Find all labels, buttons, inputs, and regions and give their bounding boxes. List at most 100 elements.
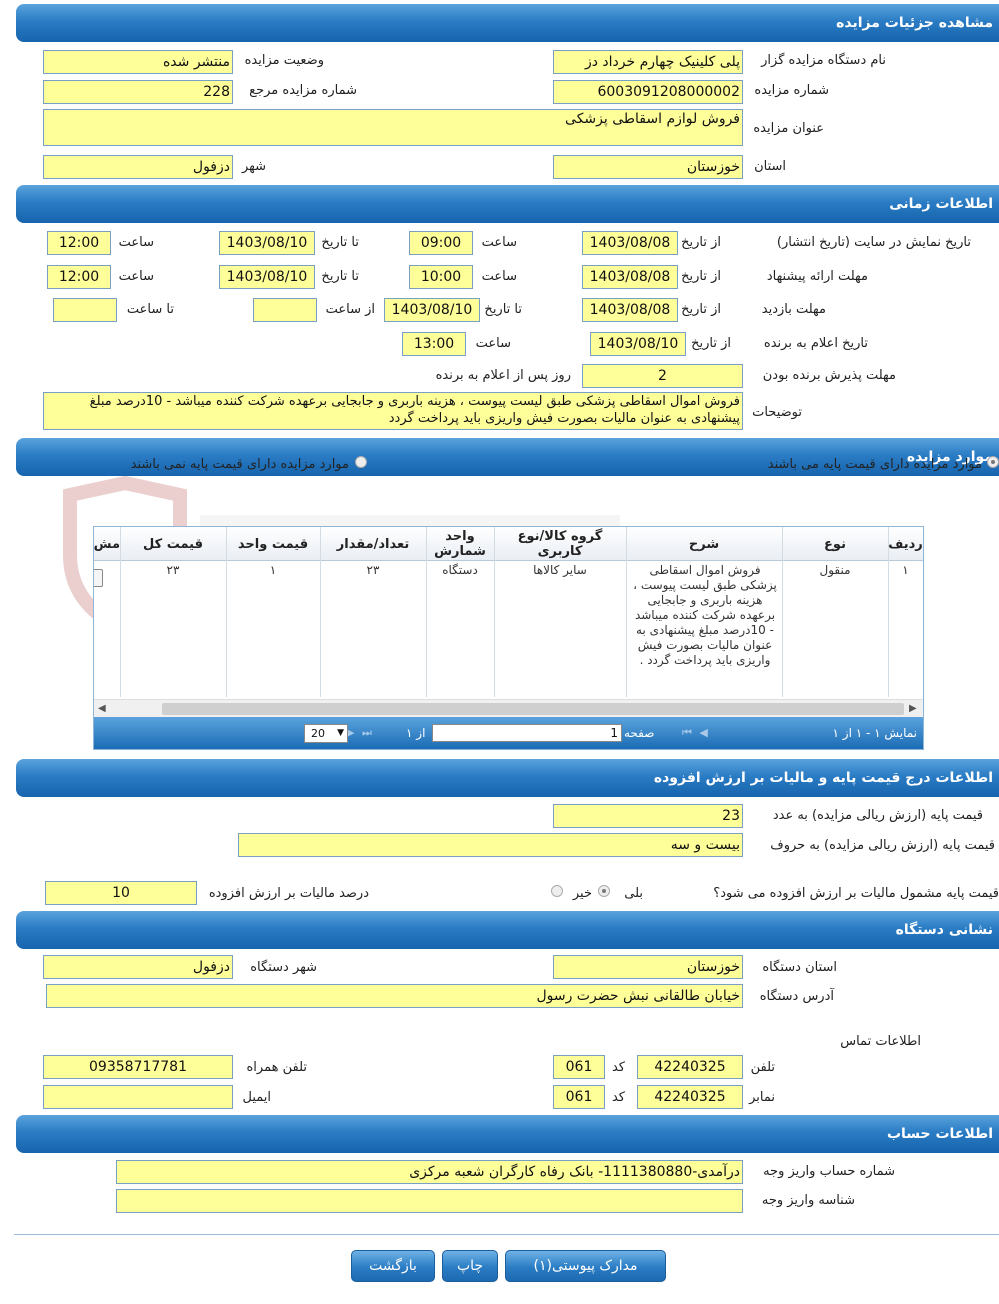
mobile-label: تلفن همراه bbox=[246, 1060, 308, 1075]
cell-quantity: ۲۳ bbox=[366, 563, 380, 577]
fax-code-label: کد bbox=[611, 1090, 625, 1105]
announce-from-field: 1403/08/10 bbox=[590, 332, 686, 356]
pager-size-select[interactable]: 20 ▼ bbox=[304, 724, 348, 743]
visit-to-time-field bbox=[53, 298, 117, 322]
display-from-label: از تاریخ bbox=[681, 235, 721, 250]
col-header-unit-price[interactable]: قیمت واحد bbox=[226, 527, 320, 561]
attachments-button[interactable]: مدارک پیوستی(۱) bbox=[505, 1250, 666, 1282]
mobile-field: 09358717781 bbox=[43, 1055, 233, 1079]
visit-from-field: 1403/08/08 bbox=[582, 298, 678, 322]
offer-to-time-field: 12:00 bbox=[47, 265, 111, 289]
scrollbar-thumb[interactable] bbox=[162, 703, 904, 715]
visit-to-time-label: تا ساعت bbox=[126, 302, 174, 317]
city-field: دزفول bbox=[43, 155, 233, 179]
col-header-row-index[interactable]: ردیف bbox=[888, 527, 923, 561]
back-button[interactable]: بازگشت bbox=[351, 1250, 435, 1282]
accept-days-suffix: روز پس از اعلام به برنده bbox=[435, 368, 571, 383]
province-field: خوزستان bbox=[553, 155, 743, 179]
vat-no-radio[interactable] bbox=[551, 885, 563, 897]
org-label: نام دستگاه مزایده گزار bbox=[761, 53, 886, 68]
section-header-price: اطلاعات درج قیمت پایه و مالیات بر ارزش ا… bbox=[16, 759, 999, 797]
phone-code-label: کد bbox=[611, 1060, 625, 1075]
offer-from-time-label: ساعت bbox=[481, 269, 517, 284]
visit-from-time-label: از ساعت bbox=[325, 302, 375, 317]
col-header-group[interactable]: گروه کالا/نوع کاربری bbox=[494, 527, 626, 561]
scroll-right-icon[interactable]: ▶ bbox=[909, 703, 917, 714]
org-province-label: استان دستگاه bbox=[762, 960, 837, 975]
fax-field: 42240325 bbox=[637, 1085, 743, 1109]
cell-unit: دستگاه bbox=[442, 563, 478, 577]
description-field: فروش اموال اسقاطی پزشکی طبق لیست پیوست ،… bbox=[43, 392, 743, 430]
grid-pager: نمایش ۱ - ۱ از ۱ ⏮ ◀ صفحه 1 از ۱ ▶ ⏭ 20 … bbox=[94, 717, 923, 749]
base-price-number-label: قیمت پایه (ارزش ریالی مزایده) به عدد bbox=[772, 808, 983, 823]
row-action-button[interactable] bbox=[94, 569, 103, 587]
pager-of-text: از ۱ bbox=[406, 726, 426, 740]
cell-total-price: ۲۳ bbox=[166, 563, 180, 577]
org-address-label: آدرس دستگاه bbox=[759, 989, 834, 1004]
radio-without-base-price[interactable] bbox=[355, 456, 367, 468]
fax-code-field: 061 bbox=[553, 1085, 605, 1109]
ref-field: 228 bbox=[43, 80, 233, 104]
col-header-more[interactable]: مش bbox=[94, 527, 120, 561]
pager-page-input[interactable]: 1 bbox=[432, 724, 622, 742]
display-to-time-field: 12:00 bbox=[47, 231, 111, 255]
chevron-down-icon: ▼ bbox=[337, 728, 344, 738]
vat-no-label: خیر bbox=[572, 886, 592, 901]
status-field: منتشر شده bbox=[43, 50, 233, 74]
cell-row-index: ۱ bbox=[902, 563, 909, 577]
pager-next-last-icons[interactable]: ▶ ⏭ bbox=[346, 726, 374, 740]
org-province-field: خوزستان bbox=[553, 955, 743, 979]
org-field: پلی کلینیک چهارم خرداد دز bbox=[553, 50, 743, 74]
pager-size-value: 20 bbox=[311, 727, 325, 740]
email-field bbox=[43, 1085, 233, 1109]
cell-description: فروش اموال اسقاطی پزشکی طبق لیست پیوست ،… bbox=[633, 563, 777, 667]
scroll-left-icon[interactable]: ◀ bbox=[98, 703, 106, 714]
payment-id-field bbox=[116, 1189, 743, 1213]
offer-to-time-label: ساعت bbox=[118, 269, 154, 284]
section-header-details: مشاهده جزئیات مزایده bbox=[16, 4, 999, 42]
display-from-time-field: 09:00 bbox=[409, 231, 473, 255]
vat-percent-label: درصد مالیات بر ارزش افزوده bbox=[208, 886, 369, 901]
vat-yes-radio[interactable] bbox=[598, 885, 610, 897]
col-header-total-price[interactable]: قیمت کل bbox=[120, 527, 226, 561]
print-button[interactable]: چاپ bbox=[442, 1250, 498, 1282]
account-number-label: شماره حساب واریز وجه bbox=[763, 1164, 895, 1179]
base-price-words-label: قیمت پایه (ارزش ریالی مزایده) به حروف bbox=[770, 838, 995, 853]
offer-from-time-field: 10:00 bbox=[409, 265, 473, 289]
org-address-field: خیابان طالقانی نبش حضرت رسول bbox=[46, 984, 743, 1008]
display-date-label: تاریخ نمایش در سایت (تاریخ انتشار) bbox=[776, 235, 971, 250]
col-header-quantity[interactable]: تعداد/مقدار bbox=[320, 527, 426, 561]
fax-label: نمابر bbox=[749, 1090, 775, 1105]
col-header-description[interactable]: شرح bbox=[626, 527, 782, 561]
radio-with-base-price[interactable] bbox=[987, 456, 999, 468]
phone-field: 42240325 bbox=[637, 1055, 743, 1079]
phone-label: تلفن bbox=[750, 1060, 775, 1075]
offer-to-field: 1403/08/10 bbox=[219, 265, 315, 289]
announce-date-label: تاریخ اعلام به برنده bbox=[763, 336, 868, 351]
offer-deadline-label: مهلت ارائه پیشنهاد bbox=[766, 269, 868, 284]
visit-deadline-label: مهلت بازدید bbox=[761, 302, 826, 317]
phone-code-field: 061 bbox=[553, 1055, 605, 1079]
announce-time-field: 13:00 bbox=[402, 332, 466, 356]
col-header-unit[interactable]: واحد شمارش bbox=[426, 527, 494, 561]
radio-with-base-price-label: موارد مزایده دارای قیمت پایه می باشند bbox=[767, 457, 982, 472]
province-label: استان bbox=[754, 159, 786, 174]
vat-percent-field: 10 bbox=[45, 881, 197, 905]
display-to-label: تا تاریخ bbox=[321, 235, 359, 250]
number-label: شماره مزایده bbox=[754, 83, 829, 98]
display-from-time-label: ساعت bbox=[481, 235, 517, 250]
contact-info-label: اطلاعات تماس bbox=[840, 1034, 921, 1049]
pager-first-prev-icons[interactable]: ⏮ ◀ bbox=[682, 726, 710, 740]
ref-label: شماره مزایده مرجع bbox=[249, 83, 357, 98]
org-city-label: شهر دستگاه bbox=[250, 960, 317, 975]
display-from-field: 1403/08/08 bbox=[582, 231, 678, 255]
announce-time-label: ساعت bbox=[475, 336, 511, 351]
section-header-address: نشانی دستگاه bbox=[16, 911, 999, 949]
col-header-type[interactable]: نوع bbox=[782, 527, 888, 561]
cell-unit-price: ۱ bbox=[269, 563, 277, 577]
section-header-timing: اطلاعات زمانی bbox=[16, 185, 999, 223]
horizontal-scrollbar[interactable]: ◀ ▶ bbox=[94, 699, 923, 717]
account-number-field: درآمدی-1111380880- بانک رفاه کارگران شعب… bbox=[116, 1160, 743, 1184]
pager-page-label: صفحه bbox=[624, 726, 655, 740]
visit-to-field: 1403/08/10 bbox=[384, 298, 480, 322]
